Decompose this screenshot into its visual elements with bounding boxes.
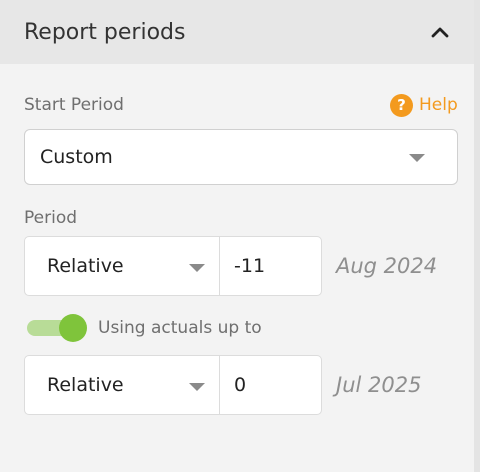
start-period-select[interactable]: Custom xyxy=(24,129,458,185)
period-end-mode-select[interactable]: Relative xyxy=(25,356,220,414)
chevron-down-icon xyxy=(189,383,205,391)
chevron-down-icon xyxy=(409,154,425,162)
period-start-offset-input[interactable]: -11 xyxy=(220,237,321,295)
panel-title: Report periods xyxy=(24,19,186,45)
start-period-label: Start Period xyxy=(24,95,124,115)
period-start-combo: Relative -11 xyxy=(24,236,322,296)
start-period-value: Custom xyxy=(40,146,113,168)
actuals-toggle[interactable] xyxy=(27,314,87,342)
period-end-combo: Relative 0 xyxy=(24,355,322,415)
toggle-knob xyxy=(59,314,87,342)
period-start-mode-select[interactable]: Relative xyxy=(25,237,220,295)
panel-right-border xyxy=(474,0,480,472)
period-end-offset-input[interactable]: 0 xyxy=(220,356,321,414)
help-link[interactable]: ? Help xyxy=(390,92,458,118)
period-start-mode-value: Relative xyxy=(47,255,124,277)
chevron-up-icon[interactable] xyxy=(430,22,450,42)
help-label: Help xyxy=(419,95,458,115)
help-icon: ? xyxy=(390,93,413,117)
period-end-date: Jul 2025 xyxy=(336,373,422,397)
period-start-date: Aug 2024 xyxy=(336,254,438,278)
panel-header[interactable]: Report periods xyxy=(0,0,474,64)
period-label: Period xyxy=(24,208,78,228)
chevron-down-icon xyxy=(189,264,205,272)
period-end-mode-value: Relative xyxy=(47,374,124,396)
actuals-toggle-label: Using actuals up to xyxy=(98,318,262,338)
